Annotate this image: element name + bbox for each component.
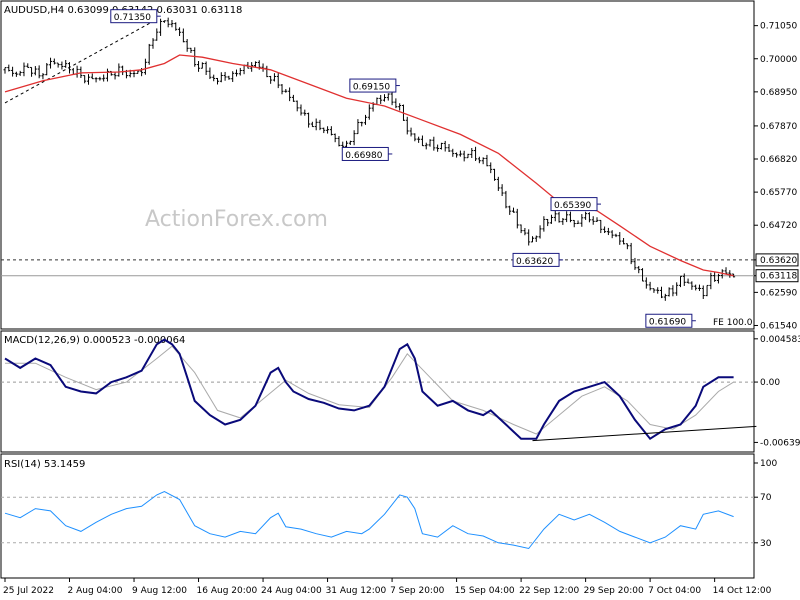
- price-tick-label: 0.66820: [760, 155, 797, 165]
- price-tick-label: 0.62590: [760, 288, 797, 298]
- price-tick-label: 0.65770: [760, 188, 797, 198]
- chart-root: ActionForex.com AUDUSD,H4 0.63099 0.6314…: [0, 0, 800, 596]
- rsi-tick-label: 30: [760, 539, 772, 549]
- price-tick-label: 0.64720: [760, 221, 797, 231]
- price-panel-frame: [0, 0, 755, 330]
- rsi-panel-frame: [0, 453, 755, 579]
- swing-label-3: 0.65390: [550, 197, 601, 212]
- fe-annotation: FE 100.0: [713, 318, 753, 328]
- price-level-tick-label: 0.63620: [760, 256, 797, 266]
- macd-tick-label: 0.004583: [760, 335, 800, 345]
- time-tick-label: 24 Aug 04:00: [261, 586, 322, 596]
- price-level-tick-label: 0.63118: [760, 272, 797, 282]
- swing-label-1: 0.69150: [349, 78, 400, 93]
- macd-tick-label: 0.00: [760, 378, 780, 388]
- time-tick-label: 9 Aug 12:00: [132, 586, 187, 596]
- time-tick-label: 7 Sep 20:00: [390, 586, 445, 596]
- price-tick-label: 0.68950: [760, 88, 797, 98]
- price-tick-label: 0.61540: [760, 321, 797, 331]
- price-tick-label: 0.70000: [760, 55, 797, 65]
- time-tick-label: 7 Oct 04:00: [648, 586, 701, 596]
- swing-label-text: 0.63620: [516, 257, 553, 267]
- time-tick-label: 22 Sep 12:00: [519, 586, 579, 596]
- swing-label-4: 0.63620: [512, 252, 564, 267]
- time-tick-label: 16 Aug 20:00: [197, 586, 258, 596]
- swing-label-text: 0.66980: [345, 151, 382, 161]
- swing-label-text: 0.71350: [114, 13, 151, 23]
- time-tick-label: 31 Aug 12:00: [326, 586, 387, 596]
- swing-label-5: 0.61690: [645, 313, 696, 328]
- macd-tick-label: -0.006397: [760, 438, 800, 448]
- time-tick-label: 14 Oct 12:00: [713, 586, 772, 596]
- swing-label-0: 0.71350: [110, 9, 161, 24]
- price-tick-label: 0.71050: [760, 22, 797, 32]
- rsi-panel-header: RSI(14) 53.1459: [4, 459, 85, 470]
- rsi-tick-label: 70: [760, 493, 772, 503]
- swing-label-2: 0.66980: [341, 146, 393, 161]
- price-tick-label: 0.67870: [760, 122, 797, 132]
- time-tick-label: 2 Aug 04:00: [68, 586, 123, 596]
- time-tick-label: 25 Jul 2022: [3, 586, 54, 596]
- time-tick-label: 15 Sep 04:00: [455, 586, 515, 596]
- swing-label-text: 0.61690: [649, 318, 686, 328]
- watermark: ActionForex.com: [145, 207, 328, 232]
- swing-label-text: 0.65390: [554, 201, 591, 211]
- time-tick-label: 29 Sep 20:00: [584, 586, 644, 596]
- rsi-tick-label: 100: [760, 459, 777, 469]
- swing-label-text: 0.69150: [353, 83, 390, 93]
